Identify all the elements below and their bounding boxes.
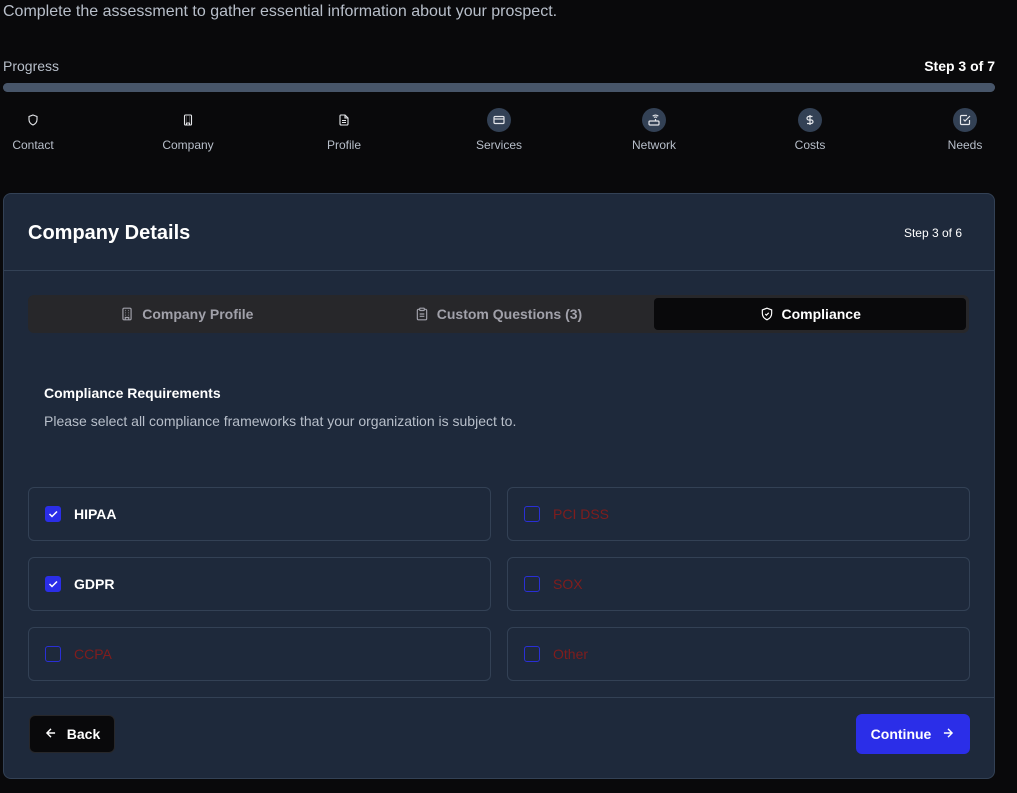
option-label: CCPA bbox=[74, 646, 112, 662]
file-text-icon bbox=[332, 108, 356, 132]
check-icon bbox=[48, 510, 58, 518]
clipboard-icon bbox=[415, 307, 429, 321]
step-label: Costs bbox=[794, 138, 826, 152]
credit-card-icon bbox=[487, 108, 511, 132]
tab-company-profile[interactable]: Company Profile bbox=[31, 298, 343, 330]
continue-button[interactable]: Continue bbox=[856, 714, 970, 754]
step-label: Contact bbox=[12, 138, 54, 152]
router-icon bbox=[642, 108, 666, 132]
arrow-left-icon bbox=[44, 726, 58, 743]
option-ccpa[interactable]: CCPA bbox=[28, 627, 491, 681]
step-costs[interactable]: Costs bbox=[765, 108, 855, 152]
option-label: GDPR bbox=[74, 576, 115, 592]
continue-label: Continue bbox=[870, 726, 932, 742]
check-icon bbox=[48, 580, 58, 588]
step-contact[interactable]: Contact bbox=[0, 108, 78, 152]
footer-divider bbox=[4, 697, 994, 698]
checkbox[interactable] bbox=[45, 576, 61, 592]
progress-bar-fill bbox=[3, 83, 995, 92]
arrow-right-icon bbox=[941, 726, 955, 743]
step-company[interactable]: Company bbox=[143, 108, 233, 152]
option-label: SOX bbox=[553, 576, 583, 592]
back-label: Back bbox=[66, 726, 101, 742]
step-needs[interactable]: Needs bbox=[920, 108, 1010, 152]
checkbox[interactable] bbox=[524, 646, 540, 662]
tab-label: Custom Questions (3) bbox=[436, 306, 583, 322]
card-step-text: Step 3 of 6 bbox=[903, 226, 962, 240]
option-pci-dss[interactable]: PCI DSS bbox=[507, 487, 970, 541]
tab-custom-questions[interactable]: Custom Questions (3) bbox=[343, 298, 655, 330]
progress-label: Progress bbox=[3, 58, 60, 74]
page-subtitle: Complete the assessment to gather essent… bbox=[3, 3, 558, 20]
step-services[interactable]: Services bbox=[454, 108, 544, 152]
company-details-card: Company Details Step 3 of 6 Company Prof… bbox=[3, 193, 995, 779]
step-profile[interactable]: Profile bbox=[299, 108, 389, 152]
card-title: Company Details bbox=[28, 222, 191, 244]
compliance-description: Please select all compliance frameworks … bbox=[44, 413, 517, 429]
option-label: HIPAA bbox=[74, 506, 117, 522]
building-icon bbox=[176, 108, 200, 132]
card-header: Company Details Step 3 of 6 bbox=[4, 194, 994, 271]
building-icon bbox=[120, 307, 134, 321]
shield-icon bbox=[21, 108, 45, 132]
checkbox[interactable] bbox=[45, 646, 61, 662]
dollar-icon bbox=[798, 108, 822, 132]
check-square-icon bbox=[953, 108, 977, 132]
shield-check-icon bbox=[760, 307, 774, 321]
step-label: Needs bbox=[947, 138, 983, 152]
step-label: Company bbox=[162, 138, 214, 152]
checkbox[interactable] bbox=[524, 576, 540, 592]
progress-bar bbox=[3, 83, 995, 92]
back-button[interactable]: Back bbox=[29, 715, 115, 753]
checkbox[interactable] bbox=[524, 506, 540, 522]
stepper: Contact Company Profile Services Network… bbox=[0, 108, 1017, 158]
option-hipaa[interactable]: HIPAA bbox=[28, 487, 491, 541]
option-gdpr[interactable]: GDPR bbox=[28, 557, 491, 611]
checkbox[interactable] bbox=[45, 506, 61, 522]
option-other[interactable]: Other bbox=[507, 627, 970, 681]
option-sox[interactable]: SOX bbox=[507, 557, 970, 611]
option-label: PCI DSS bbox=[553, 506, 610, 522]
tab-label: Company Profile bbox=[142, 306, 254, 322]
tab-label: Compliance bbox=[781, 306, 861, 322]
tab-list: Company Profile Custom Questions (3) Com… bbox=[28, 295, 969, 333]
step-label: Profile bbox=[326, 138, 361, 152]
tab-compliance[interactable]: Compliance bbox=[654, 298, 967, 330]
option-label: Other bbox=[553, 646, 589, 662]
step-label: Services bbox=[475, 138, 522, 152]
progress-step-text: Step 3 of 7 bbox=[924, 58, 995, 74]
step-label: Network bbox=[631, 138, 676, 152]
step-network[interactable]: Network bbox=[609, 108, 699, 152]
compliance-title: Compliance Requirements bbox=[44, 385, 221, 401]
